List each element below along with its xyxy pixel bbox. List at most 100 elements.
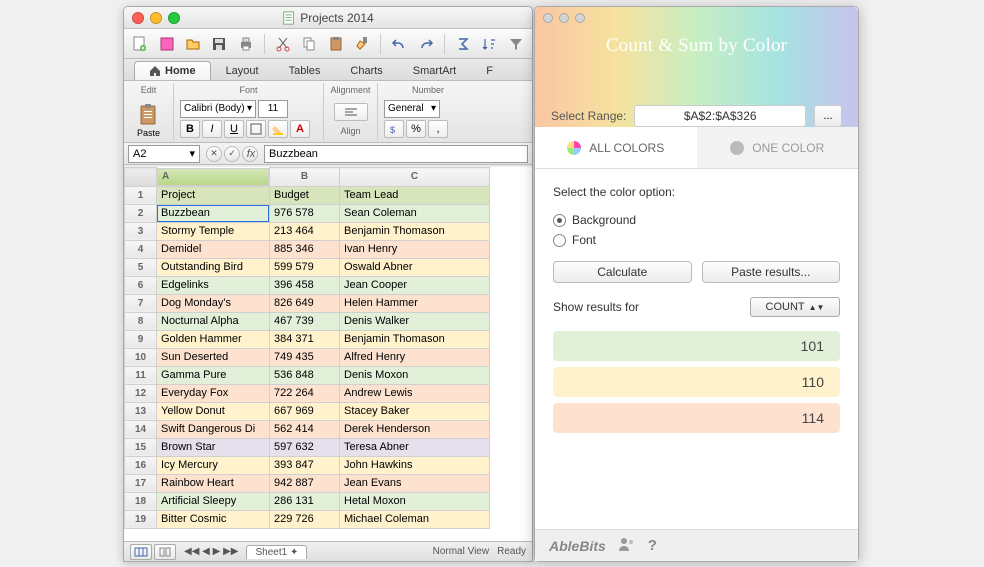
cell[interactable]: Icy Mercury bbox=[157, 456, 270, 474]
cell[interactable]: 667 969 bbox=[270, 402, 340, 420]
format-painter-icon[interactable] bbox=[352, 33, 372, 55]
sheet-tab[interactable]: Sheet1 ✦ bbox=[246, 545, 307, 559]
save-icon[interactable] bbox=[209, 33, 229, 55]
row-header[interactable]: 17 bbox=[125, 474, 157, 492]
cell[interactable]: Brown Star bbox=[157, 438, 270, 456]
cell[interactable]: Michael Coleman bbox=[340, 510, 490, 528]
cell[interactable]: Rainbow Heart bbox=[157, 474, 270, 492]
cut-icon[interactable] bbox=[273, 33, 293, 55]
panel-min-icon[interactable] bbox=[559, 13, 569, 23]
cell[interactable]: Demidel bbox=[157, 240, 270, 258]
cell[interactable]: 213 464 bbox=[270, 222, 340, 240]
tab-more[interactable]: F bbox=[471, 61, 508, 80]
row-header[interactable]: 13 bbox=[125, 402, 157, 420]
row-header[interactable]: 2 bbox=[125, 204, 157, 222]
sort-icon[interactable] bbox=[479, 33, 499, 55]
view-page-icon[interactable] bbox=[154, 544, 176, 560]
cell[interactable]: Sean Coleman bbox=[340, 204, 490, 222]
cell[interactable]: 396 458 bbox=[270, 276, 340, 294]
row-header[interactable]: 9 bbox=[125, 330, 157, 348]
cell[interactable]: Stormy Temple bbox=[157, 222, 270, 240]
cell[interactable]: 826 649 bbox=[270, 294, 340, 312]
row-header[interactable]: 1 bbox=[125, 186, 157, 204]
cell[interactable]: Jean Evans bbox=[340, 474, 490, 492]
people-icon[interactable] bbox=[618, 537, 636, 554]
cell[interactable]: Team Lead bbox=[340, 186, 490, 204]
cell[interactable]: Everyday Fox bbox=[157, 384, 270, 402]
font-size-select[interactable]: 11 bbox=[258, 100, 288, 118]
cell[interactable]: 599 579 bbox=[270, 258, 340, 276]
italic-button[interactable]: I bbox=[202, 120, 222, 138]
radio-font[interactable]: Font bbox=[553, 233, 840, 247]
cell[interactable]: John Hawkins bbox=[340, 456, 490, 474]
row-header[interactable]: 18 bbox=[125, 492, 157, 510]
range-input[interactable] bbox=[634, 105, 806, 127]
cell[interactable]: Benjamin Thomason bbox=[340, 330, 490, 348]
calculate-button[interactable]: Calculate bbox=[553, 261, 692, 283]
bold-button[interactable]: B bbox=[180, 120, 200, 138]
cell[interactable]: 536 848 bbox=[270, 366, 340, 384]
cell[interactable]: 722 264 bbox=[270, 384, 340, 402]
cell[interactable]: Project bbox=[157, 186, 270, 204]
redo-icon[interactable] bbox=[416, 33, 436, 55]
panel-zoom-icon[interactable] bbox=[575, 13, 585, 23]
row-header[interactable]: 4 bbox=[125, 240, 157, 258]
cell[interactable]: Benjamin Thomason bbox=[340, 222, 490, 240]
paste-button[interactable]: Paste bbox=[130, 103, 167, 138]
open-icon[interactable] bbox=[183, 33, 203, 55]
cell[interactable]: Helen Hammer bbox=[340, 294, 490, 312]
col-header-C[interactable]: C bbox=[340, 168, 490, 187]
tab-smartart[interactable]: SmartArt bbox=[398, 61, 471, 80]
cell[interactable]: Dog Monday's bbox=[157, 294, 270, 312]
cell[interactable]: 229 726 bbox=[270, 510, 340, 528]
radio-background[interactable]: Background bbox=[553, 213, 840, 227]
view-normal-icon[interactable] bbox=[130, 544, 152, 560]
results-mode-select[interactable]: COUNT▲▼ bbox=[750, 297, 840, 317]
accept-icon[interactable]: ✓ bbox=[224, 146, 240, 162]
cell[interactable]: Edgelinks bbox=[157, 276, 270, 294]
tab-all-colors[interactable]: ALL COLORS bbox=[535, 127, 697, 168]
cell[interactable]: Derek Henderson bbox=[340, 420, 490, 438]
comma-button[interactable]: , bbox=[428, 120, 448, 138]
font-color-button[interactable]: A bbox=[290, 120, 310, 138]
cell[interactable]: Budget bbox=[270, 186, 340, 204]
tab-one-color[interactable]: ONE COLOR bbox=[697, 127, 859, 168]
row-header[interactable]: 3 bbox=[125, 222, 157, 240]
select-all[interactable] bbox=[125, 168, 157, 187]
cell[interactable]: 597 632 bbox=[270, 438, 340, 456]
template-icon[interactable] bbox=[156, 33, 176, 55]
help-icon[interactable]: ? bbox=[648, 537, 657, 554]
cell[interactable]: 393 847 bbox=[270, 456, 340, 474]
col-header-A[interactable]: A bbox=[157, 168, 269, 186]
tab-home[interactable]: Home bbox=[134, 61, 211, 80]
formula-input[interactable] bbox=[264, 145, 528, 163]
row-header[interactable]: 15 bbox=[125, 438, 157, 456]
cell[interactable]: 384 371 bbox=[270, 330, 340, 348]
undo-icon[interactable] bbox=[389, 33, 409, 55]
underline-button[interactable]: U bbox=[224, 120, 244, 138]
cell[interactable]: Alfred Henry bbox=[340, 348, 490, 366]
row-header[interactable]: 11 bbox=[125, 366, 157, 384]
minimize-icon[interactable] bbox=[150, 12, 162, 24]
align-button[interactable] bbox=[334, 103, 368, 121]
row-header[interactable]: 5 bbox=[125, 258, 157, 276]
cell[interactable]: Gamma Pure bbox=[157, 366, 270, 384]
cell[interactable]: 885 346 bbox=[270, 240, 340, 258]
cell[interactable]: Bitter Cosmic bbox=[157, 510, 270, 528]
grid[interactable]: ABC1 Project Budget Team Lead2 Buzzbean … bbox=[124, 167, 532, 541]
cell[interactable]: Swift Dangerous Di bbox=[157, 420, 270, 438]
cell[interactable]: 562 414 bbox=[270, 420, 340, 438]
filter-icon[interactable] bbox=[506, 33, 526, 55]
row-header[interactable]: 16 bbox=[125, 456, 157, 474]
row-header[interactable]: 10 bbox=[125, 348, 157, 366]
row-header[interactable]: 7 bbox=[125, 294, 157, 312]
row-header[interactable]: 8 bbox=[125, 312, 157, 330]
col-header-B[interactable]: B bbox=[270, 168, 340, 187]
cell[interactable]: 467 739 bbox=[270, 312, 340, 330]
cell[interactable]: Oswald Abner bbox=[340, 258, 490, 276]
panel-close-icon[interactable] bbox=[543, 13, 553, 23]
percent-button[interactable]: % bbox=[406, 120, 426, 138]
row-header[interactable]: 6 bbox=[125, 276, 157, 294]
close-icon[interactable] bbox=[132, 12, 144, 24]
fx-icon[interactable]: fx bbox=[242, 146, 258, 162]
